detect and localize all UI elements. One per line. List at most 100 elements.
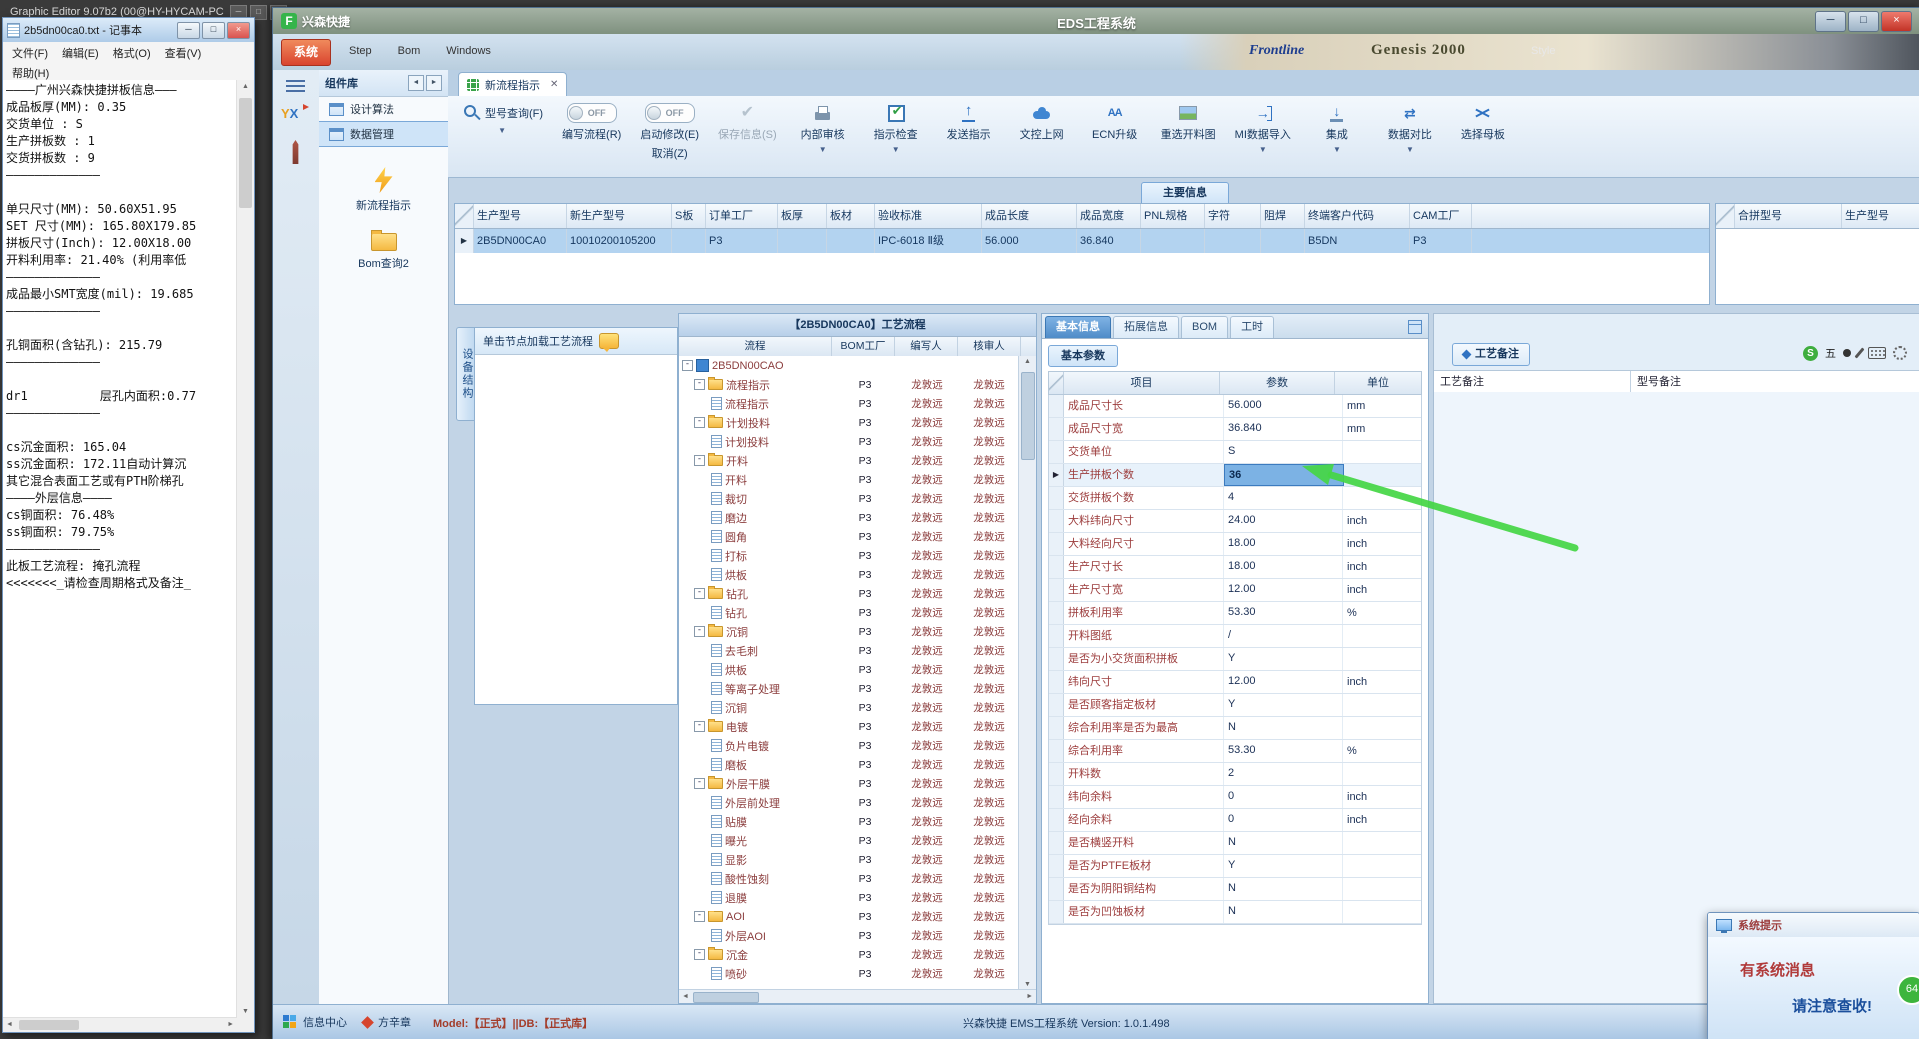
- param-row[interactable]: 交货单位 S: [1049, 441, 1421, 464]
- scroll-up-icon[interactable]: ▲: [237, 83, 254, 90]
- toolbar-sub-button[interactable]: 取消(Z): [652, 145, 688, 161]
- dropdown-arrow-icon[interactable]: ▼: [498, 126, 506, 135]
- table-cell[interactable]: P3: [1410, 229, 1472, 253]
- flow-tree-row[interactable]: - 2B5DN00CAO: [679, 356, 1019, 375]
- param-row[interactable]: 大料纬向尺寸 24.00 inch: [1049, 510, 1421, 533]
- library-item[interactable]: 新流程指示: [319, 167, 448, 213]
- horizontal-scrollbar[interactable]: ◄ ►: [679, 989, 1036, 1003]
- flow-column-header[interactable]: 编写人: [895, 337, 958, 356]
- param-row[interactable]: 综合利用率是否为最高 N: [1049, 717, 1421, 740]
- param-row[interactable]: 是否横竖开料 N: [1049, 832, 1421, 855]
- scroll-right-icon[interactable]: ►: [227, 1021, 234, 1028]
- popup-body[interactable]: 有系统消息 请注意查收! 64: [1708, 937, 1919, 1039]
- param-row[interactable]: 是否为阴阳铜结构 N: [1049, 878, 1421, 901]
- column-header[interactable]: 成品宽度: [1077, 204, 1141, 228]
- param-row[interactable]: 开料图纸 /: [1049, 625, 1421, 648]
- punctuation-icon[interactable]: [1843, 349, 1851, 357]
- style-menu[interactable]: Style: [1531, 45, 1555, 57]
- flow-tree-row[interactable]: 磨边 P3 龙敦远 龙敦远: [679, 508, 1019, 527]
- flow-tree-row[interactable]: 负片电镀 P3 龙敦远 龙敦远: [679, 736, 1019, 755]
- param-row[interactable]: 纬向尺寸 12.00 inch: [1049, 671, 1421, 694]
- scrollbar-thumb[interactable]: [19, 1020, 79, 1030]
- tower-icon[interactable]: [292, 140, 299, 164]
- off-toggle[interactable]: OFF: [644, 103, 695, 123]
- column-header[interactable]: 生产型号: [1842, 204, 1919, 228]
- toolbar-button[interactable]: OFF 编写流程(R): [557, 101, 626, 144]
- notepad-menu-item[interactable]: 文件(F): [5, 43, 55, 63]
- param-row[interactable]: 生产尺寸长 18.00 inch: [1049, 556, 1421, 579]
- expand-toggle-icon[interactable]: -: [694, 626, 705, 637]
- table-cell[interactable]: [1205, 229, 1261, 253]
- current-user[interactable]: 方辛章: [361, 1014, 411, 1030]
- tab-拓展信息[interactable]: 拓展信息: [1113, 316, 1179, 338]
- nav-forward-icon[interactable]: ►: [426, 75, 442, 91]
- table-cell[interactable]: 10010200105200: [567, 229, 672, 253]
- yx-logo[interactable]: YX: [281, 106, 298, 121]
- flow-column-header[interactable]: 流程: [679, 337, 832, 356]
- toolbar-button[interactable]: ECN升级: [1083, 101, 1147, 144]
- sidebar-item-设计算法[interactable]: 设计算法: [319, 97, 448, 121]
- notepad-text-area[interactable]: ————广州兴森快捷拼板信息——— 成品板厚(MM): 0.35 交货单位 : S 生…: [3, 80, 254, 1032]
- flow-column-header[interactable]: 核审人: [958, 337, 1021, 356]
- toolbar-button[interactable]: 内部审核 ▼: [791, 101, 855, 156]
- flow-tree-row[interactable]: - 计划投料 P3 龙敦远 龙敦远: [679, 413, 1019, 432]
- flow-tree-row[interactable]: 计划投料 P3 龙敦远 龙敦远: [679, 432, 1019, 451]
- table-cell[interactable]: B5DN: [1305, 229, 1410, 253]
- param-value-cell[interactable]: /: [1224, 625, 1343, 647]
- sogou-input-icon[interactable]: S: [1803, 345, 1818, 361]
- library-item[interactable]: Bom查询2: [319, 230, 448, 271]
- flow-tree-row[interactable]: 开料 P3 龙敦远 龙敦远: [679, 470, 1019, 489]
- param-column-header[interactable]: 单位: [1335, 372, 1421, 394]
- tab-基本信息[interactable]: 基本信息: [1045, 316, 1111, 338]
- scrollbar-thumb[interactable]: [1021, 372, 1035, 460]
- scroll-down-icon[interactable]: ▼: [1019, 981, 1036, 988]
- param-value-cell[interactable]: Y: [1224, 855, 1343, 877]
- keyboard-icon[interactable]: [1868, 347, 1886, 359]
- toolbar-button[interactable]: 选择母板: [1451, 101, 1515, 144]
- flow-tree-row[interactable]: 磨板 P3 龙敦远 龙敦远: [679, 755, 1019, 774]
- flow-tree-row[interactable]: - 流程指示 P3 龙敦远 龙敦远: [679, 375, 1019, 394]
- flow-tree-row[interactable]: 显影 P3 龙敦远 龙敦远: [679, 850, 1019, 869]
- column-header[interactable]: 订单工厂: [706, 204, 778, 228]
- flow-tree-row[interactable]: - AOI P3 龙敦远 龙敦远: [679, 907, 1019, 926]
- param-value-cell[interactable]: 12.00: [1224, 579, 1343, 601]
- param-value-cell[interactable]: N: [1224, 878, 1343, 900]
- menu-item-windows[interactable]: Windows: [446, 45, 491, 57]
- toolbar-button[interactable]: 集成 ▼: [1305, 101, 1369, 156]
- param-row[interactable]: 开料数 2: [1049, 763, 1421, 786]
- vertical-scrollbar[interactable]: ▲ ▼: [1018, 356, 1036, 990]
- popup-header[interactable]: 系统提示: [1708, 913, 1919, 938]
- maximize-button[interactable]: □: [202, 21, 225, 39]
- param-value-cell[interactable]: Y: [1224, 648, 1343, 670]
- close-tab-icon[interactable]: ✕: [550, 79, 558, 90]
- notepad-titlebar[interactable]: 2b5dn00ca0.txt - 记事本 ─ □ ×: [3, 18, 254, 43]
- pen-icon[interactable]: [1854, 347, 1865, 359]
- tab-工时[interactable]: 工时: [1230, 316, 1275, 338]
- flow-column-header[interactable]: BOM工厂: [832, 337, 895, 356]
- dropdown-arrow-icon[interactable]: ▼: [1406, 145, 1414, 154]
- expand-toggle-icon[interactable]: -: [694, 417, 705, 428]
- flow-tree-row[interactable]: 贴膜 P3 龙敦远 龙敦远: [679, 812, 1019, 831]
- flow-tree-row[interactable]: 酸性蚀刻 P3 龙敦远 龙敦远: [679, 869, 1019, 888]
- flow-tree-row[interactable]: - 开料 P3 龙敦远 龙敦远: [679, 451, 1019, 470]
- param-row[interactable]: 综合利用率 53.30%: [1049, 740, 1421, 763]
- param-row[interactable]: 成品尺寸宽 36.840 mm: [1049, 418, 1421, 441]
- param-value-cell[interactable]: 18.00: [1224, 556, 1343, 578]
- param-value-cell[interactable]: 24.00: [1224, 510, 1343, 532]
- param-row[interactable]: 纬向余料 0 inch: [1049, 786, 1421, 809]
- table-cell[interactable]: 2B5DN00CA0: [474, 229, 567, 253]
- expand-toggle-icon[interactable]: -: [694, 778, 705, 789]
- scrollbar-thumb[interactable]: [239, 98, 252, 208]
- notes-column-header[interactable]: 型号备注: [1631, 371, 1919, 393]
- vertical-scrollbar[interactable]: ▲ ▼: [236, 80, 254, 1018]
- flow-tree-row[interactable]: 外层AOI P3 龙敦远 龙敦远: [679, 926, 1019, 945]
- table-cell[interactable]: [778, 229, 827, 253]
- dropdown-arrow-icon[interactable]: ▼: [1333, 145, 1341, 154]
- param-value-cell[interactable]: N: [1224, 832, 1343, 854]
- column-header[interactable]: 验收标准: [875, 204, 982, 228]
- toolbar-button[interactable]: 数据对比 ▼: [1378, 101, 1442, 156]
- tab-BOM[interactable]: BOM: [1181, 316, 1229, 338]
- layers-icon[interactable]: [1408, 320, 1422, 334]
- scrollbar-thumb[interactable]: [693, 992, 759, 1003]
- param-value-cell[interactable]: 36.840: [1224, 418, 1343, 440]
